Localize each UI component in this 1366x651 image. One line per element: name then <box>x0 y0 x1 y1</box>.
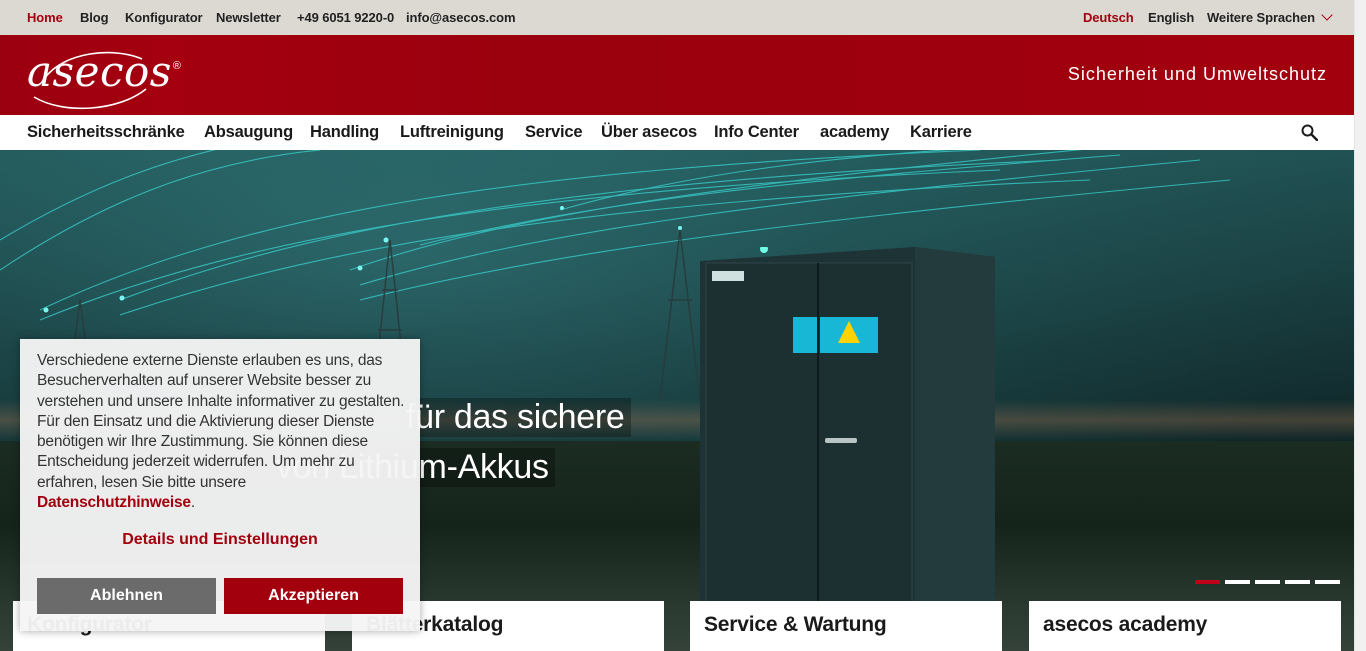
more-languages-dropdown[interactable]: Weitere Sprachen <box>1207 9 1333 25</box>
card-title: asecos academy <box>1043 613 1208 636</box>
nav-item-luftreinigung[interactable]: Luftreinigung <box>400 123 504 142</box>
top-utility-bar: Home Blog Konfigurator Newsletter +49 60… <box>0 0 1354 35</box>
cookie-text-period: . <box>190 494 195 512</box>
cookie-consent-text: Verschiedene externe Dienste erlauben es… <box>37 351 405 513</box>
safety-cabinet-image <box>700 247 995 651</box>
logo: asecos® <box>27 51 182 93</box>
nav-item-ueber-asecos[interactable]: Über asecos <box>601 123 697 142</box>
page-scrollbar[interactable] <box>1354 0 1366 651</box>
logo-text: asecos <box>27 47 172 96</box>
details-settings-link[interactable]: Details und Einstellungen <box>20 531 420 549</box>
slider-dot-2[interactable] <box>1225 580 1250 584</box>
topbar-link-blog[interactable]: Blog <box>80 10 109 25</box>
cookie-body-text: Verschiedene externe Dienste erlauben es… <box>37 352 405 491</box>
topbar-link-phone[interactable]: +49 6051 9220-0 <box>297 10 394 25</box>
nav-item-handling[interactable]: Handling <box>310 123 379 142</box>
nav-item-service[interactable]: Service <box>525 123 583 142</box>
nav-item-absaugung[interactable]: Absaugung <box>204 123 293 142</box>
main-navigation: Sicherheitsschränke Absaugung Handling L… <box>0 115 1354 150</box>
chevron-down-icon <box>1321 9 1333 21</box>
card-service-wartung[interactable]: Service & Wartung <box>690 601 1002 651</box>
nav-item-academy[interactable]: academy <box>820 123 889 142</box>
slider-dot-1[interactable] <box>1195 580 1220 584</box>
nav-item-sicherheitsschraenke[interactable]: Sicherheitsschränke <box>27 123 185 142</box>
registered-mark: ® <box>172 60 182 72</box>
search-icon[interactable] <box>1301 124 1318 141</box>
topbar-link-konfigurator[interactable]: Konfigurator <box>125 10 203 25</box>
topbar-link-email[interactable]: info@asecos.com <box>406 10 516 25</box>
cookie-consent-dialog: Verschiedene externe Dienste erlauben es… <box>20 339 420 631</box>
slider-dot-4[interactable] <box>1285 580 1310 584</box>
slider-pagination <box>1195 580 1340 584</box>
card-asecos-academy[interactable]: asecos academy <box>1029 601 1341 651</box>
topbar-link-newsletter[interactable]: Newsletter <box>216 10 281 25</box>
nav-item-karriere[interactable]: Karriere <box>910 123 972 142</box>
topbar-link-home[interactable]: Home <box>27 10 63 25</box>
more-languages-label: Weitere Sprachen <box>1207 10 1315 25</box>
slider-dot-3[interactable] <box>1255 580 1280 584</box>
header-tagline: Sicherheit und Umweltschutz <box>1067 64 1327 84</box>
card-title: Service & Wartung <box>704 613 887 636</box>
decline-button[interactable]: Ablehnen <box>37 578 216 614</box>
slider-dot-5[interactable] <box>1315 580 1340 584</box>
accept-button[interactable]: Akzeptieren <box>224 578 403 614</box>
hero-headline-line1: für das sichere <box>400 398 631 437</box>
language-deutsch[interactable]: Deutsch <box>1083 10 1134 25</box>
brand-header: asecos® Sicherheit und Umweltschutz <box>0 35 1354 115</box>
language-english[interactable]: English <box>1148 10 1194 25</box>
nav-item-info-center[interactable]: Info Center <box>714 123 799 142</box>
privacy-policy-link[interactable]: Datenschutzhinweise <box>37 494 191 511</box>
